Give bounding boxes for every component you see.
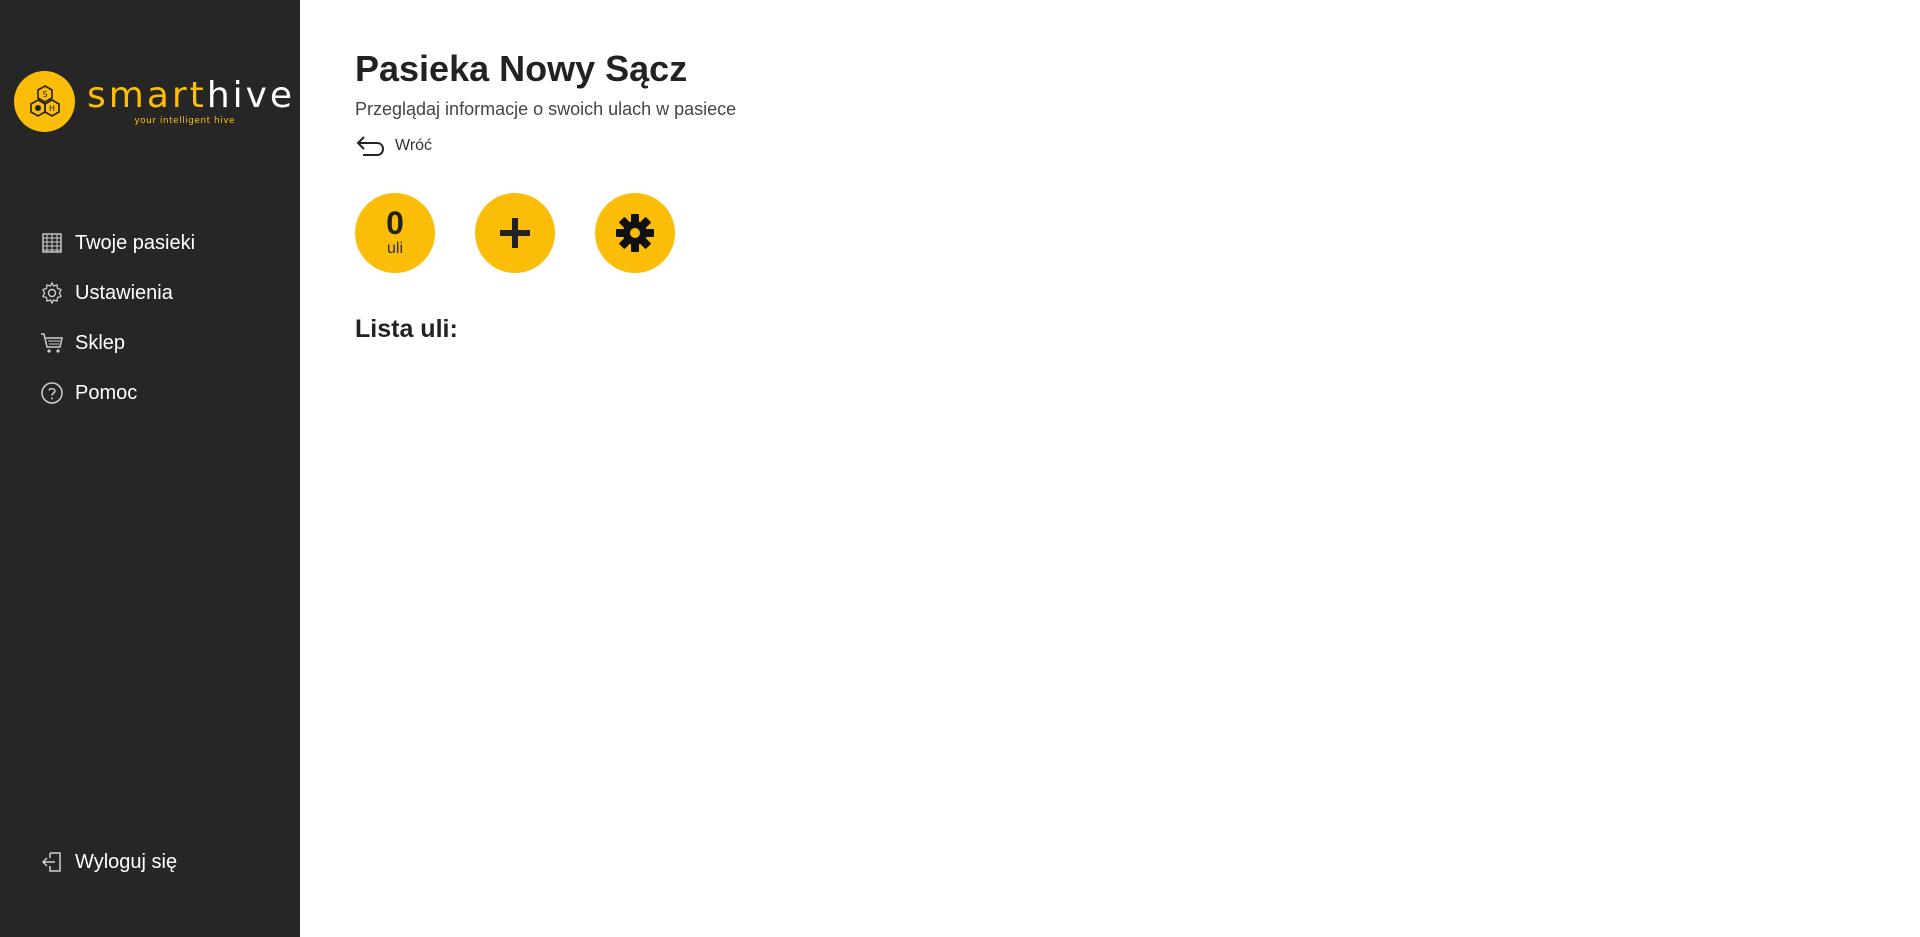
logout-section: Wyloguj się: [39, 837, 177, 887]
sidebar-item-label: Sklep: [75, 331, 126, 354]
add-hive-button[interactable]: [475, 193, 555, 273]
hive-logo-icon: S H: [29, 84, 60, 117]
apiary-settings-button[interactable]: [595, 193, 675, 273]
brand-name-part1: smart: [87, 74, 207, 116]
sidebar-item-help[interactable]: Pomoc: [39, 368, 195, 418]
sidebar-item-label: Ustawienia: [75, 281, 173, 304]
sidebar-nav: Twoje pasieki Ustawienia Sklep Pomoc: [39, 218, 195, 418]
page-title: Pasieka Nowy Sącz: [355, 48, 688, 89]
hive-count-badge[interactable]: 0 uli: [355, 193, 435, 273]
brand-name: smarthive: [87, 74, 296, 116]
plus-icon: [500, 218, 530, 248]
hive-list-title: Lista uli:: [355, 315, 458, 343]
brand-name-part2: hive: [206, 74, 296, 116]
logo-text: smarthive your intelligent hive: [87, 74, 296, 126]
sidebar-item-settings[interactable]: Ustawienia: [39, 268, 195, 318]
action-circles: 0 uli: [355, 193, 715, 273]
cart-icon: [39, 330, 65, 356]
sidebar-item-shop[interactable]: Sklep: [39, 318, 195, 368]
logout-icon: [39, 849, 65, 875]
brand-tagline: your intelligent hive: [134, 115, 236, 126]
logo[interactable]: S H smarthive your intelligent hive: [14, 71, 295, 132]
hive-count-unit: uli: [386, 240, 403, 258]
sidebar-item-label: Pomoc: [75, 381, 138, 404]
help-icon: [39, 380, 65, 406]
hive-count-value: 0: [386, 205, 404, 242]
badge-letter-s: S: [42, 90, 47, 99]
sidebar-item-label: Twoje pasieki: [75, 231, 196, 254]
gear-icon: [616, 214, 654, 252]
logout-label: Wyloguj się: [75, 850, 178, 873]
sidebar: S H smarthive your intelligent hive Twoj…: [0, 0, 300, 937]
back-label: Wróć: [395, 137, 433, 154]
logout-button[interactable]: Wyloguj się: [39, 837, 177, 887]
undo-arrow-icon: [355, 133, 387, 159]
badge-letter-h: H: [48, 104, 54, 113]
honeycomb-icon: [39, 230, 65, 256]
page-subtitle: Przeglądaj informacje o swoich ulach w p…: [355, 99, 737, 119]
sidebar-item-apiaries[interactable]: Twoje pasieki: [39, 218, 195, 268]
logo-badge: S H: [14, 71, 75, 132]
back-link[interactable]: Wróć: [355, 133, 432, 159]
gear-icon: [39, 280, 65, 306]
